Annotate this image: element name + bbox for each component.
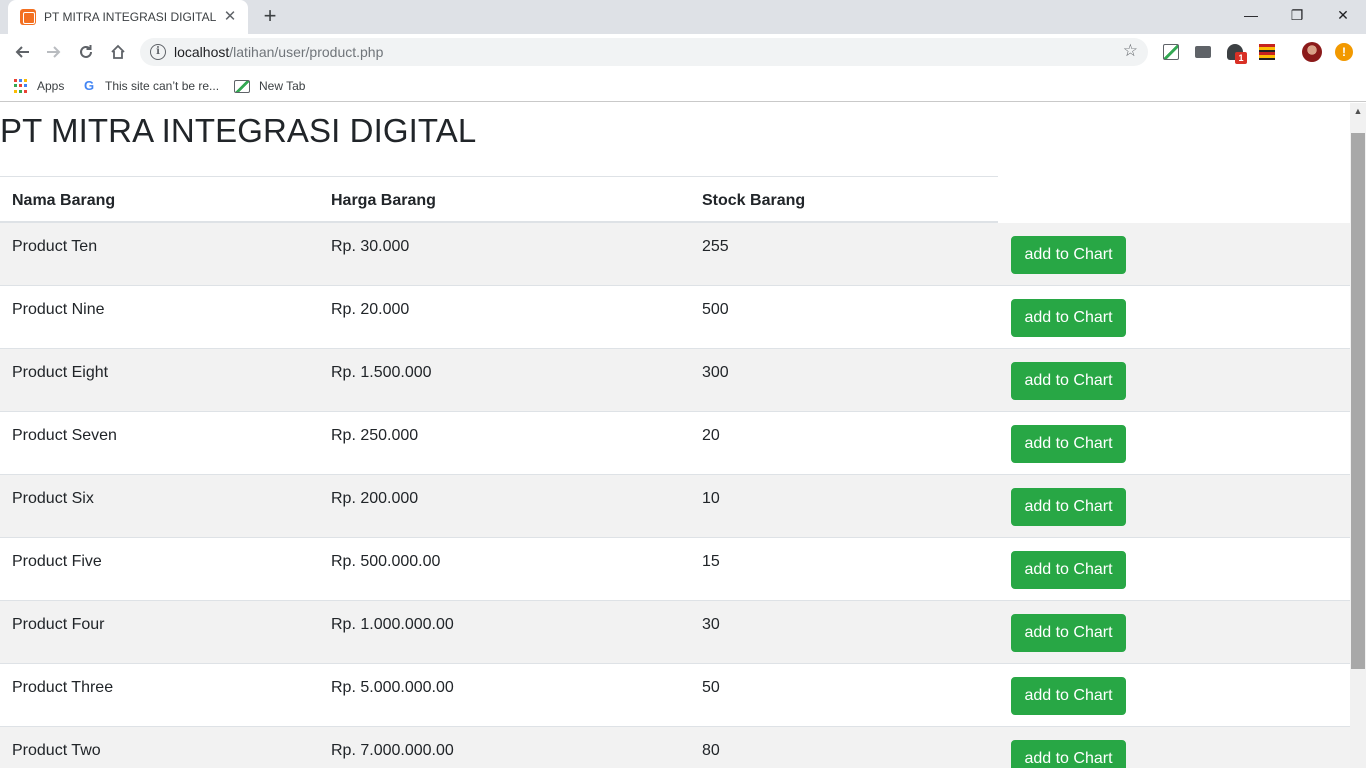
add-to-chart-button[interactable]: add to Chart xyxy=(1011,299,1126,337)
bookmark-new-tab[interactable]: New Tab xyxy=(234,77,305,95)
header-stock: Stock Barang xyxy=(702,192,806,209)
product-stock: 50 xyxy=(702,679,720,696)
add-to-chart-button[interactable]: add to Chart xyxy=(1011,362,1126,400)
table-row: Product Three Rp. 5.000.000.00 50 add to… xyxy=(0,664,1350,727)
apps-grid-icon xyxy=(14,79,28,93)
forward-button[interactable] xyxy=(40,38,68,66)
product-stock: 500 xyxy=(702,301,729,318)
url-text: localhost/latihan/user/product.php xyxy=(174,44,383,60)
bookmark-apps-label: Apps xyxy=(37,79,65,93)
product-name: Product Eight xyxy=(12,364,109,381)
add-to-chart-button[interactable]: add to Chart xyxy=(1011,740,1126,768)
product-name: Product Five xyxy=(12,553,102,570)
info-icon[interactable]: i xyxy=(150,44,166,60)
product-price: Rp. 7.000.000.00 xyxy=(331,742,454,759)
product-name: Product Two xyxy=(12,742,101,759)
restore-button[interactable]: ❐ xyxy=(1274,0,1320,30)
vertical-scrollbar[interactable]: ▲ xyxy=(1350,103,1366,768)
forward-arrow-icon xyxy=(47,46,61,58)
browser-tab[interactable]: PT MITRA INTEGRASI DIGITAL ✕ xyxy=(8,0,248,34)
header-price: Harga Barang xyxy=(331,192,436,209)
product-stock: 300 xyxy=(702,364,729,381)
address-bar[interactable]: i localhost/latihan/user/product.php ☆ xyxy=(140,38,1148,66)
extension-chart-icon[interactable] xyxy=(1163,44,1179,60)
url-path: /latihan/user/product.php xyxy=(229,44,384,60)
bookmark-site-label: This site can’t be re... xyxy=(105,79,220,93)
table-row: Product Two Rp. 7.000.000.00 80 add to C… xyxy=(0,727,1350,768)
add-to-chart-button[interactable]: add to Chart xyxy=(1011,488,1126,526)
scrollbar-thumb[interactable] xyxy=(1351,133,1365,669)
product-stock: 15 xyxy=(702,553,720,570)
close-window-button[interactable]: ✕ xyxy=(1320,0,1366,30)
tab-strip: PT MITRA INTEGRASI DIGITAL ✕ + — ❐ ✕ xyxy=(0,0,1366,34)
product-price: Rp. 30.000 xyxy=(331,238,410,255)
bookmark-site[interactable]: G This site can’t be re... xyxy=(82,77,219,95)
minimize-button[interactable]: — xyxy=(1228,0,1274,30)
tab-title: PT MITRA INTEGRASI DIGITAL xyxy=(44,10,217,24)
product-price: Rp. 1.500.000 xyxy=(331,364,432,381)
product-price: Rp. 500.000.00 xyxy=(331,553,441,570)
browser-toolbar: i localhost/latihan/user/product.php ☆ 1… xyxy=(0,34,1366,70)
extension-badge-icon[interactable]: 1 xyxy=(1227,44,1247,64)
url-host: localhost xyxy=(174,44,230,60)
extension-count-badge: 1 xyxy=(1235,52,1247,64)
xampp-favicon-icon xyxy=(20,9,36,25)
google-icon: G xyxy=(83,78,95,93)
table-header: Nama Barang Harga Barang Stock Barang xyxy=(0,176,998,223)
product-name: Product Three xyxy=(12,679,114,696)
page-title: PT MITRA INTEGRASI DIGITAL xyxy=(0,112,477,149)
table-row: Product Seven Rp. 250.000 20 add to Char… xyxy=(0,412,1350,475)
home-button[interactable] xyxy=(104,38,132,66)
reload-button[interactable] xyxy=(72,38,100,66)
back-button[interactable] xyxy=(8,38,36,66)
page-content: PT MITRA INTEGRASI DIGITAL Nama Barang H… xyxy=(0,103,1350,768)
tab-close-icon[interactable]: ✕ xyxy=(222,9,238,25)
bookmark-new-tab-label: New Tab xyxy=(259,79,306,93)
bookmarks-bar: Apps G This site can’t be re... New Tab xyxy=(0,70,1366,102)
reload-icon xyxy=(80,45,92,58)
new-tab-button[interactable]: + xyxy=(259,5,281,28)
product-name: Product Seven xyxy=(12,427,117,444)
product-price: Rp. 5.000.000.00 xyxy=(331,679,454,696)
scroll-up-arrow-icon[interactable]: ▲ xyxy=(1350,103,1366,120)
table-row: Product Nine Rp. 20.000 500 add to Chart xyxy=(0,286,1350,349)
product-stock: 30 xyxy=(702,616,720,633)
add-to-chart-button[interactable]: add to Chart xyxy=(1011,551,1126,589)
new-tab-chart-icon xyxy=(234,79,250,93)
product-name: Product Six xyxy=(12,490,94,507)
product-stock: 10 xyxy=(702,490,720,507)
add-to-chart-button[interactable]: add to Chart xyxy=(1011,614,1126,652)
table-row: Product Five Rp. 500.000.00 15 add to Ch… xyxy=(0,538,1350,601)
add-to-chart-button[interactable]: add to Chart xyxy=(1011,425,1126,463)
add-to-chart-button[interactable]: add to Chart xyxy=(1011,236,1126,274)
table-row: Product Eight Rp. 1.500.000 300 add to C… xyxy=(0,349,1350,412)
profile-avatar[interactable] xyxy=(1302,42,1322,62)
bookmark-apps[interactable]: Apps xyxy=(14,77,64,95)
bookmark-star-icon[interactable]: ☆ xyxy=(1123,41,1138,61)
product-stock: 255 xyxy=(702,238,729,255)
product-price: Rp. 1.000.000.00 xyxy=(331,616,454,633)
product-name: Product Four xyxy=(12,616,105,633)
home-icon xyxy=(111,44,125,59)
table-row: Product Six Rp. 200.000 10 add to Chart xyxy=(0,475,1350,538)
add-to-chart-button[interactable]: add to Chart xyxy=(1011,677,1126,715)
table-row: Product Four Rp. 1.000.000.00 30 add to … xyxy=(0,601,1350,664)
product-price: Rp. 20.000 xyxy=(331,301,410,318)
header-name: Nama Barang xyxy=(12,192,116,209)
extension-monitor-icon[interactable] xyxy=(1195,46,1211,58)
back-arrow-icon xyxy=(15,46,29,58)
product-name: Product Nine xyxy=(12,301,105,318)
product-price: Rp. 200.000 xyxy=(331,490,419,507)
product-table-body: Product Ten Rp. 30.000 255 add to Chart … xyxy=(0,223,1350,768)
product-name: Product Ten xyxy=(12,238,98,255)
product-stock: 20 xyxy=(702,427,720,444)
extension-stripes-icon[interactable] xyxy=(1259,44,1275,60)
product-stock: 80 xyxy=(702,742,720,759)
product-price: Rp. 250.000 xyxy=(331,427,419,444)
update-alert-icon[interactable]: ! xyxy=(1335,43,1353,61)
table-row: Product Ten Rp. 30.000 255 add to Chart xyxy=(0,223,1350,286)
